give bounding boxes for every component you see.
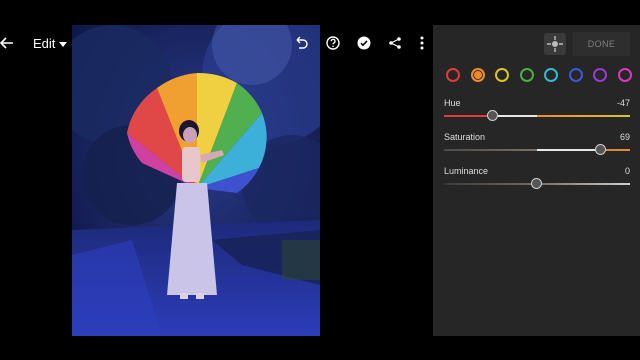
photo-canvas[interactable] xyxy=(72,25,320,336)
swatch-orange[interactable] xyxy=(470,68,485,82)
share-icon[interactable] xyxy=(387,35,403,51)
check-circle-icon[interactable] xyxy=(356,35,372,51)
saturation-value: 69 xyxy=(619,132,630,142)
undo-icon[interactable] xyxy=(293,35,309,51)
chevron-down-icon xyxy=(59,41,68,47)
back-arrow-icon[interactable] xyxy=(0,34,14,52)
edit-menu-button[interactable]: Edit xyxy=(33,36,68,51)
swatch-purple[interactable] xyxy=(593,68,608,82)
hue-value: -47 xyxy=(616,98,630,108)
saturation-label: Saturation xyxy=(444,132,486,142)
saturation-fill xyxy=(537,149,602,151)
luminance-slider-thumb[interactable] xyxy=(531,178,542,189)
swatch-yellow[interactable] xyxy=(495,68,510,82)
hue-fill xyxy=(493,115,537,117)
swatch-red[interactable] xyxy=(446,68,460,82)
swatch-magenta[interactable] xyxy=(617,68,632,82)
color-swatch-row xyxy=(446,68,632,82)
swatch-blue[interactable] xyxy=(568,68,583,82)
luminance-value: 0 xyxy=(624,166,630,176)
more-vertical-icon[interactable] xyxy=(415,35,429,51)
swatch-aqua[interactable] xyxy=(544,68,559,82)
done-button[interactable]: DONE xyxy=(573,32,630,56)
hue-track[interactable] xyxy=(444,115,630,117)
hue-label: Hue xyxy=(444,98,461,108)
luminance-label: Luminance xyxy=(444,166,489,176)
edit-label: Edit xyxy=(33,36,56,51)
help-icon[interactable] xyxy=(325,35,341,51)
targeted-adjustment-icon[interactable] xyxy=(544,33,566,55)
swatch-green[interactable] xyxy=(519,68,534,82)
